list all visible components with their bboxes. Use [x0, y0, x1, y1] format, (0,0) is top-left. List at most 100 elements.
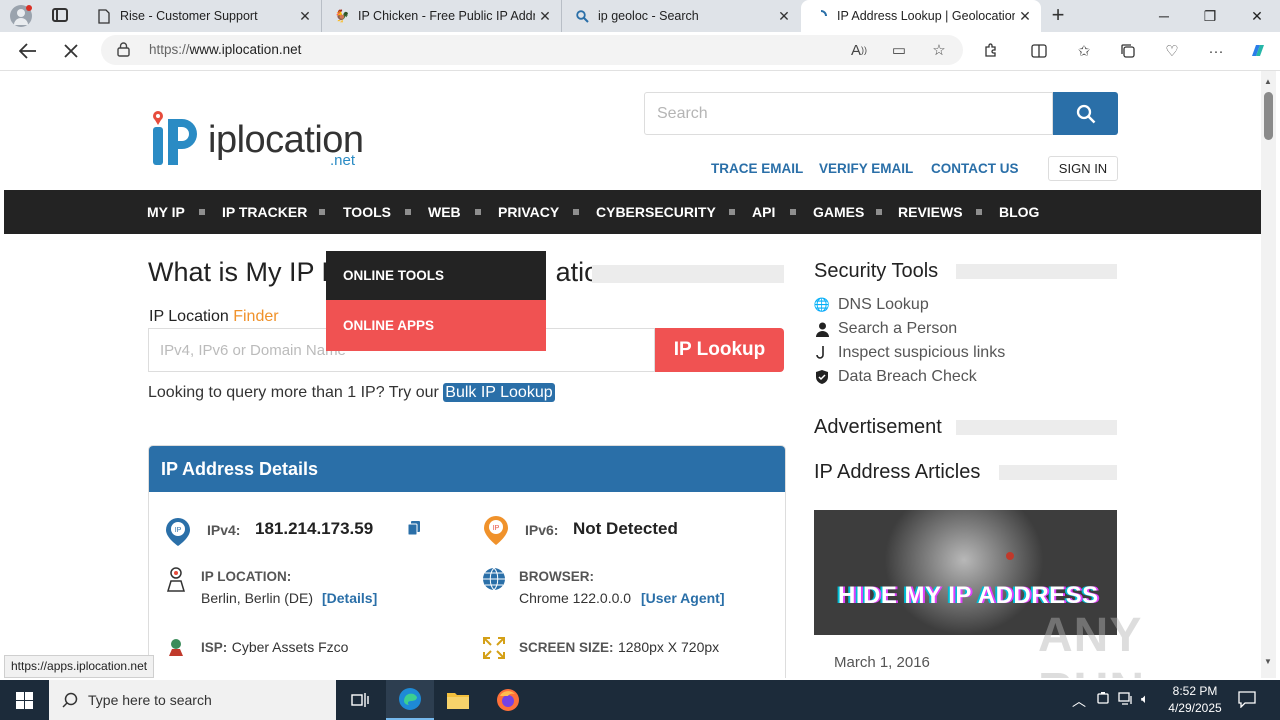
back-arrow-icon[interactable]: [15, 38, 41, 64]
edge-taskbar-icon[interactable]: [386, 680, 434, 720]
article-date: March 1, 2016: [834, 654, 930, 671]
ipv6-pin-icon: IP: [484, 516, 508, 545]
nav-games[interactable]: GAMES: [813, 190, 864, 234]
location-person-icon: [166, 567, 186, 592]
windows-taskbar: Type here to search ︿ 🔈︎ 8:52 PM 4/29/20…: [0, 680, 1280, 720]
tab-ip-geoloc-search[interactable]: ip geoloc - Search ✕: [562, 0, 800, 32]
contact-us-link[interactable]: CONTACT US: [931, 161, 1019, 176]
copy-icon[interactable]: [407, 520, 421, 536]
close-tab-icon[interactable]: ✕: [774, 8, 794, 25]
taskbar-search[interactable]: Type here to search: [49, 680, 336, 720]
ipv6-value: Not Detected: [573, 519, 678, 538]
site-logo[interactable]: iplocation .net: [150, 107, 370, 169]
tab-iplocation-active[interactable]: IP Address Lookup | Geolocation ✕: [801, 0, 1041, 32]
restore-icon[interactable]: ❐: [1187, 0, 1233, 32]
tab-title: IP Address Lookup | Geolocation: [837, 9, 1015, 23]
nav-reviews[interactable]: REVIEWS: [898, 190, 963, 234]
show-hidden-icons[interactable]: ︿: [1072, 691, 1086, 711]
favorites-icon[interactable]: ✩: [1073, 40, 1095, 62]
nav-separator: [199, 209, 205, 215]
nav-separator: [790, 209, 796, 215]
close-window-icon[interactable]: ✕: [1234, 0, 1280, 32]
close-tab-icon[interactable]: ✕: [295, 8, 315, 25]
nav-separator: [405, 209, 411, 215]
nav-ip-tracker[interactable]: IP TRACKER: [222, 190, 307, 234]
status-bar-url: https://apps.iplocation.net: [4, 655, 155, 678]
nav-tools[interactable]: TOOLS: [343, 190, 391, 234]
ip-lookup-button[interactable]: IP Lookup: [655, 328, 784, 372]
minimize-icon[interactable]: ─: [1141, 0, 1187, 32]
user-agent-link[interactable]: [User Agent]: [641, 590, 725, 606]
tab-ip-chicken[interactable]: 🐓 IP Chicken - Free Public IP Addre ✕: [322, 0, 562, 32]
site-search-field[interactable]: [644, 92, 1053, 135]
data-breach-link[interactable]: Data Breach Check: [814, 368, 977, 386]
trace-email-link[interactable]: TRACE EMAIL: [711, 161, 803, 176]
collections-icon[interactable]: [1117, 40, 1139, 62]
nav-api[interactable]: API: [752, 190, 775, 234]
battery-icon[interactable]: [1096, 691, 1110, 708]
taskbar-search-placeholder: Type here to search: [88, 692, 212, 708]
nav-separator: [319, 209, 325, 215]
nav-cybersecurity[interactable]: CYBERSECURITY: [596, 190, 716, 234]
scroll-down-icon[interactable]: ▼: [1264, 657, 1272, 666]
tab-bar: Rise - Customer Support ✕ 🐓 IP Chicken -…: [0, 0, 1280, 32]
nav-my-ip[interactable]: MY IP: [147, 190, 185, 234]
volume-icon[interactable]: 🔈︎: [1141, 691, 1149, 707]
verify-email-link[interactable]: VERIFY EMAIL: [819, 161, 913, 176]
stop-loading-icon[interactable]: [58, 38, 84, 64]
network-icon[interactable]: [1118, 691, 1134, 708]
nav-web[interactable]: WEB: [428, 190, 461, 234]
site-search-input[interactable]: [645, 93, 1052, 134]
bulk-ip-lookup-link[interactable]: Bulk IP Lookup: [443, 383, 555, 402]
sidebar-rule: [956, 420, 1117, 435]
tab-title: ip geoloc - Search: [598, 9, 699, 23]
nav-privacy[interactable]: PRIVACY: [498, 190, 559, 234]
tab-rise-support[interactable]: Rise - Customer Support ✕: [84, 0, 322, 32]
dropdown-online-apps[interactable]: ONLINE APPS: [326, 300, 546, 351]
nav-blog[interactable]: BLOG: [999, 190, 1039, 234]
search-icon: [62, 692, 78, 708]
location-details-link[interactable]: [Details]: [322, 590, 377, 606]
tab-actions-icon[interactable]: [52, 8, 68, 22]
copilot-icon[interactable]: [1247, 40, 1269, 62]
address-field[interactable]: https://www.iplocation.net A)) ▭ ☆: [101, 35, 963, 65]
performance-icon[interactable]: ♡: [1161, 40, 1183, 62]
sidebar-rule: [956, 264, 1117, 279]
profile-avatar[interactable]: [10, 5, 32, 27]
finder-label: IP Location Finder: [149, 308, 279, 325]
loading-icon: [813, 8, 829, 24]
firefox-icon[interactable]: [484, 680, 532, 720]
search-icon: [1076, 104, 1095, 123]
close-tab-icon[interactable]: ✕: [1015, 8, 1035, 25]
read-aloud-icon[interactable]: A)): [848, 39, 870, 61]
page-scrollbar[interactable]: ▲ ▼: [1261, 71, 1276, 678]
scrollbar-thumb[interactable]: [1264, 92, 1273, 140]
settings-menu-icon[interactable]: ···: [1205, 40, 1227, 62]
inspect-links-link[interactable]: Inspect suspicious links: [814, 344, 1005, 362]
task-view-icon[interactable]: [336, 680, 384, 720]
scroll-up-icon[interactable]: ▲: [1264, 77, 1272, 86]
globe-icon: [483, 567, 505, 591]
site-search-button[interactable]: [1053, 92, 1118, 135]
tab-title: Rise - Customer Support: [120, 9, 258, 23]
search-person-link[interactable]: Search a Person: [814, 320, 957, 338]
dns-lookup-link[interactable]: 🌐 DNS Lookup: [814, 296, 929, 314]
logo-mark-icon: [153, 111, 197, 165]
ip-details-heading: IP Address Details: [149, 446, 785, 492]
favorite-star-icon[interactable]: ☆: [928, 39, 950, 61]
close-tab-icon[interactable]: ✕: [535, 8, 555, 25]
dropdown-online-tools[interactable]: ONLINE TOOLS: [326, 251, 546, 300]
shield-icon: [814, 369, 830, 385]
new-tab-icon[interactable]: +: [1046, 4, 1070, 28]
immersive-reader-icon[interactable]: ▭: [888, 39, 910, 61]
lock-icon[interactable]: [117, 42, 130, 62]
extensions-icon[interactable]: [980, 40, 1002, 62]
ipv4-pin-icon: IP: [166, 518, 190, 546]
taskbar-clock[interactable]: 8:52 PM 4/29/2025: [1163, 683, 1227, 717]
notifications-icon[interactable]: [1238, 690, 1256, 711]
split-screen-icon[interactable]: [1028, 40, 1050, 62]
sign-in-button[interactable]: SIGN IN: [1048, 156, 1118, 181]
file-explorer-icon[interactable]: [434, 680, 482, 720]
start-button[interactable]: [0, 680, 48, 720]
url-text[interactable]: https://www.iplocation.net: [149, 42, 301, 57]
